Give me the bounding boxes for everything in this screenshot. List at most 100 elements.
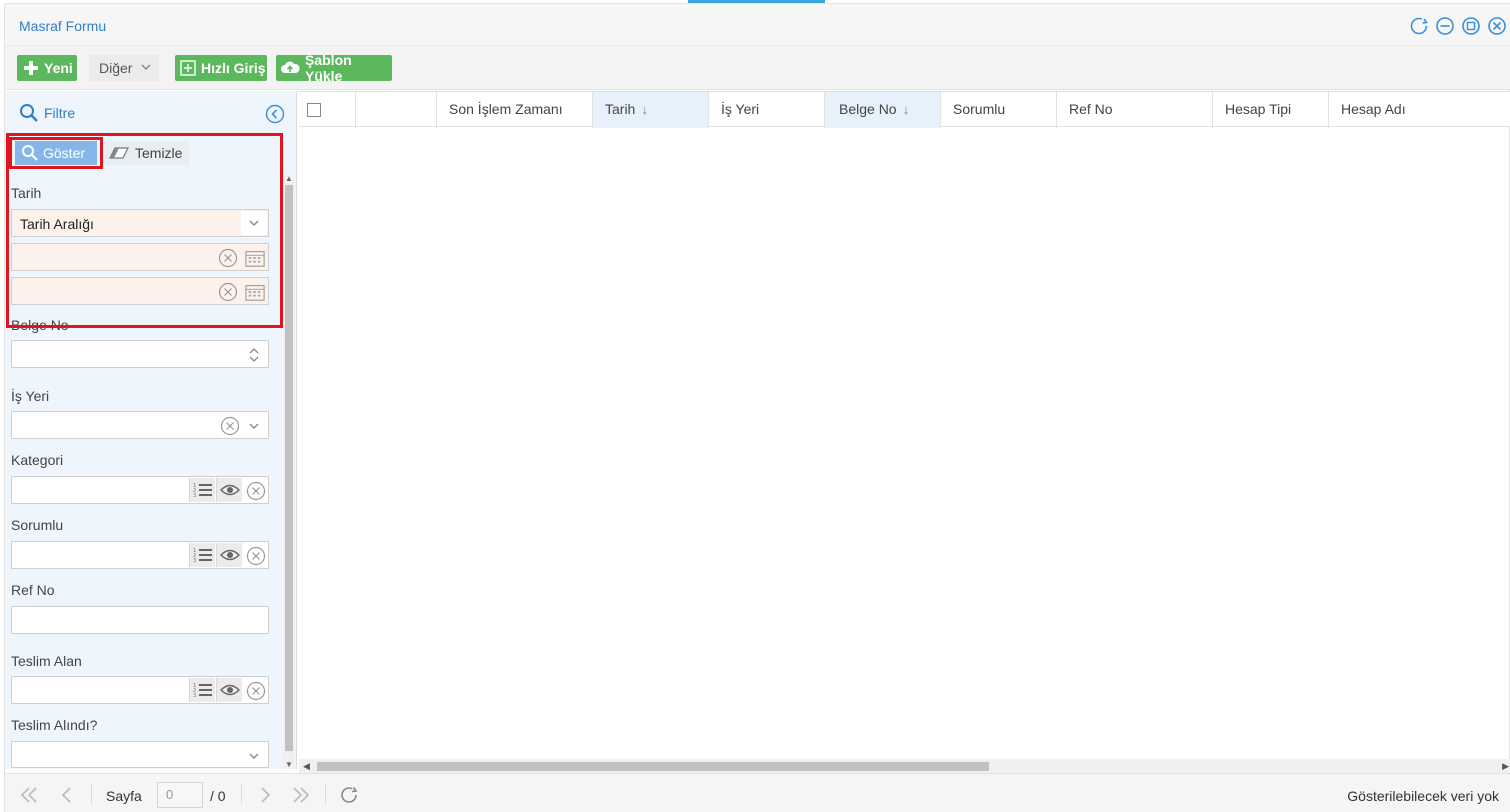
numbered-list-icon[interactable]: 123: [189, 543, 215, 567]
column-responsible[interactable]: Sorumlu: [941, 92, 1057, 128]
new-button[interactable]: Yeni: [17, 55, 77, 81]
first-page-icon[interactable]: [17, 784, 41, 806]
sort-arrow-icon: ↓: [902, 101, 910, 117]
svg-text:3: 3: [193, 558, 196, 564]
spinner-arrows-icon[interactable]: [244, 345, 264, 365]
date-range-select[interactable]: Tarih Aralığı: [11, 209, 269, 237]
clear-circle-icon[interactable]: [220, 416, 240, 436]
column-doc-no-label: Belge No: [839, 101, 897, 117]
category-field[interactable]: 123: [11, 476, 269, 504]
workplace-select[interactable]: [11, 411, 269, 439]
maximize-icon[interactable]: [1461, 16, 1481, 36]
scroll-down-arrow-icon[interactable]: ▼: [285, 761, 293, 769]
filter-scrollbar[interactable]: ▲ ▼: [283, 175, 295, 769]
workplace-label: İş Yeri: [11, 388, 50, 404]
close-icon[interactable]: [1487, 16, 1507, 36]
eye-icon[interactable]: [216, 678, 242, 702]
doc-no-field[interactable]: [11, 340, 269, 368]
scroll-up-arrow-icon[interactable]: ▲: [285, 175, 293, 183]
clear-button[interactable]: Temizle: [105, 141, 189, 165]
date-end-field[interactable]: [11, 277, 269, 305]
quick-entry-label: Hızlı Giriş: [201, 60, 266, 76]
column-account-type[interactable]: Hesap Tipi: [1213, 92, 1329, 128]
date-start-field[interactable]: [11, 243, 269, 271]
column-last-action-time-label: Son İşlem Zamanı: [449, 101, 563, 117]
filter-panel: Filtre Göster Temizle Tarih Tarih Aralığ…: [5, 91, 297, 769]
column-ref-no-label: Ref No: [1069, 101, 1113, 117]
chevron-down-icon[interactable]: [244, 416, 264, 436]
chevron-down-icon[interactable]: [241, 211, 267, 235]
column-workplace[interactable]: İş Yeri: [709, 92, 825, 128]
last-page-icon[interactable]: [289, 784, 313, 806]
masraf-form-window: Masraf Formu Yeni Diğer Hızlı Giriş Şabl…: [4, 3, 1510, 812]
eye-icon[interactable]: [216, 478, 242, 502]
column-date[interactable]: Tarih ↓: [593, 92, 709, 128]
scroll-left-arrow-icon[interactable]: ◀: [303, 761, 310, 772]
grid-horizontal-scrollbar[interactable]: ◀ ▶: [299, 759, 1510, 773]
pager-separator: [325, 784, 326, 804]
refresh-icon[interactable]: [1409, 16, 1429, 36]
pager-separator: [91, 784, 92, 804]
column-doc-no[interactable]: Belge No ↓: [825, 92, 941, 128]
calendar-icon[interactable]: [245, 248, 265, 268]
scrollbar-thumb[interactable]: [285, 185, 293, 751]
other-dropdown[interactable]: Diğer: [89, 55, 159, 81]
refresh-icon[interactable]: [337, 784, 361, 806]
collapse-panel-icon[interactable]: [265, 104, 285, 124]
template-load-button[interactable]: Şablon Yükle: [276, 52, 392, 84]
chevron-down-icon[interactable]: [244, 746, 264, 766]
quick-entry-button[interactable]: Hızlı Giriş: [175, 55, 267, 81]
cloud-upload-icon: [280, 60, 300, 76]
numbered-list-icon[interactable]: 123: [189, 678, 215, 702]
select-all-column: [299, 92, 356, 128]
chevron-down-icon: [140, 60, 152, 76]
calendar-icon[interactable]: [245, 282, 265, 302]
clear-button-label: Temizle: [135, 145, 183, 161]
new-button-label: Yeni: [44, 60, 73, 76]
column-responsible-label: Sorumlu: [953, 101, 1006, 117]
column-workplace-label: İş Yeri: [721, 101, 760, 117]
column-ref-no[interactable]: Ref No: [1057, 92, 1213, 128]
ref-no-field[interactable]: [11, 606, 269, 634]
add-box-icon: [180, 60, 196, 76]
previous-page-icon[interactable]: [55, 784, 79, 806]
page-number-input[interactable]: 0: [157, 782, 203, 808]
responsible-label: Sorumlu: [11, 517, 64, 533]
window-title: Masraf Formu: [19, 18, 107, 34]
clear-circle-icon[interactable]: [246, 546, 266, 566]
filter-title: Filtre: [44, 105, 76, 121]
select-all-checkbox[interactable]: [307, 103, 321, 117]
receiver-label: Teslim Alan: [11, 653, 82, 669]
scroll-right-arrow-icon[interactable]: ▶: [1502, 761, 1509, 772]
eye-icon[interactable]: [216, 543, 242, 567]
eraser-icon: [109, 146, 129, 160]
status-text: Gösterilebilecek veri yok: [1347, 788, 1499, 804]
column-account-name[interactable]: Hesap Adı: [1329, 92, 1510, 128]
category-label: Kategori: [11, 452, 64, 468]
total-pages: / 0: [210, 788, 226, 804]
toolbar: Yeni Diğer Hızlı Giriş Şablon Yükle: [5, 46, 1510, 90]
column-blank[interactable]: [356, 92, 437, 128]
minimize-icon[interactable]: [1435, 16, 1455, 36]
clear-circle-icon[interactable]: [246, 681, 266, 701]
svg-text:3: 3: [193, 693, 196, 699]
template-load-label: Şablon Yükle: [305, 52, 352, 84]
show-button-label: Göster: [43, 145, 86, 161]
scrollbar-thumb[interactable]: [317, 762, 989, 771]
numbered-list-icon[interactable]: 123: [189, 478, 215, 502]
next-page-icon[interactable]: [253, 784, 277, 806]
column-last-action-time[interactable]: Son İşlem Zamanı: [437, 92, 593, 128]
show-button[interactable]: Göster: [15, 141, 97, 165]
receiver-field[interactable]: 123: [11, 676, 269, 704]
clear-circle-icon[interactable]: [218, 282, 238, 302]
column-date-label: Tarih: [605, 101, 636, 117]
data-grid: Son İşlem Zamanı Tarih ↓ İş Yeri Belge No…: [299, 91, 1510, 759]
svg-text:3: 3: [193, 493, 196, 499]
clear-circle-icon[interactable]: [218, 248, 238, 268]
page-label: Sayfa: [106, 788, 142, 804]
responsible-field[interactable]: 123: [11, 541, 269, 569]
sort-arrow-icon: ↓: [641, 101, 649, 117]
window-controls: [1409, 16, 1507, 36]
received-select[interactable]: [11, 741, 269, 768]
clear-circle-icon[interactable]: [246, 481, 266, 501]
